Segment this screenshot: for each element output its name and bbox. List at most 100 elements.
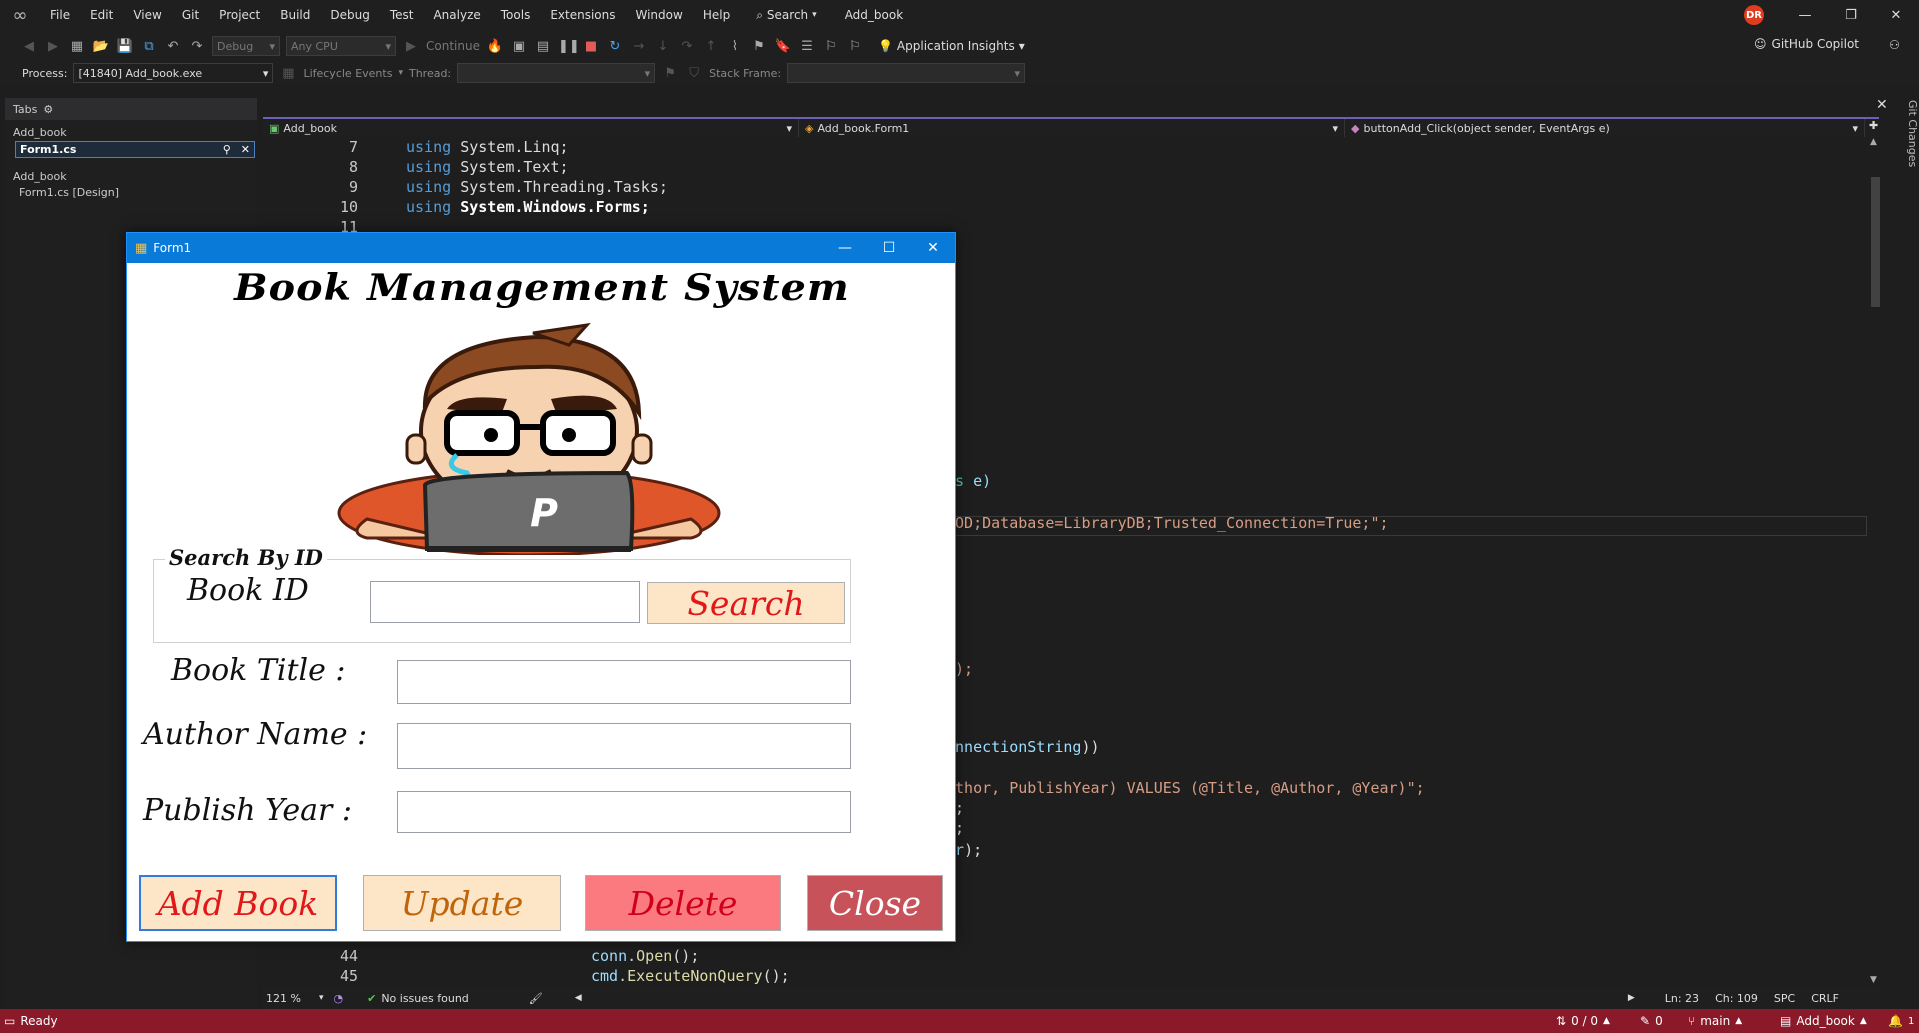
branch-status[interactable]: ⑂ main ▲ [1688, 1009, 1742, 1033]
form-maximize-icon[interactable]: ☐ [867, 233, 911, 263]
close-button[interactable]: Close [807, 875, 943, 931]
filter-icon[interactable]: ⛉ [685, 66, 703, 81]
add-book-button[interactable]: Add Book [139, 875, 337, 931]
undo-icon[interactable]: ↶ [164, 39, 182, 54]
whitespace-indicator[interactable]: SPC [1774, 992, 1795, 1005]
save-icon[interactable]: 💾 [116, 39, 134, 54]
menu-debug[interactable]: Debug [320, 0, 379, 30]
step-next-icon[interactable]: → [630, 39, 648, 54]
bookmark-prev-icon[interactable]: ⚐ [846, 39, 864, 54]
break-all-icon[interactable]: ❚❚ [558, 39, 580, 54]
menu-project[interactable]: Project [209, 0, 270, 30]
tab-form1-design[interactable]: Form1.cs [Design] [5, 183, 257, 199]
back-icon[interactable]: ◀ [20, 39, 38, 54]
zoom-level[interactable]: 121 % [266, 992, 301, 1005]
menu-tools[interactable]: Tools [491, 0, 541, 30]
pending-changes-status[interactable]: ✎ 0 [1640, 1009, 1663, 1033]
stack-frame-select[interactable]: ▾ [787, 63, 1026, 83]
layout-icon[interactable]: ▤ [534, 39, 552, 54]
thread-select[interactable]: ▾ [457, 63, 656, 83]
step-into-icon[interactable]: ↓ [654, 39, 672, 54]
menu-help[interactable]: Help [693, 0, 740, 30]
form-close-icon[interactable]: ✕ [911, 233, 955, 263]
repository-status[interactable]: ▤ Add_book ▲ [1780, 1009, 1867, 1033]
save-all-icon[interactable]: ⧉ [140, 39, 158, 54]
tab-form1-cs[interactable]: Form1.cs ⚲ ✕ [15, 141, 255, 158]
diagnostic-icon[interactable]: ⌇ [726, 39, 744, 54]
menu-window[interactable]: Window [626, 0, 693, 30]
menu-test[interactable]: Test [380, 0, 424, 30]
comment-icon[interactable]: ☰ [798, 39, 816, 54]
open-icon[interactable]: 📂 [92, 39, 110, 54]
git-changes-tab[interactable]: Git Changes [1895, 100, 1919, 200]
toolbox-icon[interactable]: ▣ [510, 39, 528, 54]
continue-icon[interactable]: ▶ [402, 39, 420, 54]
class-dropdown[interactable]: ◈ Add_book.Form1 ▾ [799, 119, 1345, 137]
search-button[interactable]: ⌕ Search ▾ [746, 8, 827, 23]
flag-icon[interactable]: ⚑ [661, 66, 679, 81]
member-dropdown[interactable]: ◆ buttonAdd_Click(object sender, EventArg… [1345, 119, 1865, 137]
new-item-icon[interactable]: ▦ [68, 39, 86, 54]
project-dropdown[interactable]: ▣ Add_book ▾ [263, 119, 799, 137]
issues-status[interactable]: No issues found [381, 992, 468, 1005]
menu-extensions[interactable]: Extensions [540, 0, 625, 30]
line-ending-indicator[interactable]: CRLF [1811, 992, 1839, 1005]
menu-edit[interactable]: Edit [80, 0, 123, 30]
menu-file[interactable]: File [40, 0, 80, 30]
lifecycle-events-button[interactable]: Lifecycle Events [303, 67, 392, 80]
menu-build[interactable]: Build [270, 0, 320, 30]
restart-icon[interactable]: ↻ [606, 39, 624, 54]
pin-icon[interactable]: ⚲ [223, 143, 231, 156]
restore-icon[interactable]: ❐ [1828, 0, 1874, 30]
bookmark-icon[interactable]: 🔖 [774, 39, 792, 54]
step-out-icon[interactable]: ↑ [702, 39, 720, 54]
close-tab-icon[interactable]: ✕ [241, 143, 250, 156]
menu-view[interactable]: View [123, 0, 171, 30]
gear-icon[interactable]: ⚙ [43, 103, 53, 116]
profile-icon[interactable]: ⚇ [1889, 38, 1900, 52]
menu-git[interactable]: Git [172, 0, 209, 30]
redo-icon[interactable]: ↷ [188, 39, 206, 54]
scroll-left-icon[interactable]: ◀ [575, 993, 582, 1003]
close-icon[interactable]: ✕ [1873, 0, 1919, 30]
publish-year-input[interactable] [397, 791, 851, 833]
copilot-status-icon[interactable]: ◔ [333, 992, 343, 1005]
column-indicator[interactable]: Ch: 109 [1715, 992, 1758, 1005]
book-id-input[interactable] [370, 581, 640, 623]
search-button[interactable]: Search [647, 582, 845, 624]
split-editor-icon[interactable]: ✚ [1865, 119, 1878, 137]
process-select[interactable]: [41840] Add_book.exe ▾ [73, 63, 274, 83]
update-button[interactable]: Update [363, 875, 561, 931]
github-copilot-button[interactable]: ☺ GitHub Copilot [1754, 37, 1859, 51]
menu-analyze[interactable]: Analyze [423, 0, 490, 30]
delete-button[interactable]: Delete [585, 875, 781, 931]
close-document-icon[interactable]: ✕ [1876, 97, 1888, 113]
forward-icon[interactable]: ▶ [44, 39, 62, 54]
line-indicator[interactable]: Ln: 23 [1665, 992, 1699, 1005]
form-minimize-icon[interactable]: — [823, 233, 867, 263]
vertical-scrollbar[interactable]: ▲ ▼ [1868, 137, 1882, 987]
continue-button[interactable]: Continue [426, 39, 480, 53]
notifications-status[interactable]: 🔔 1 [1888, 1009, 1914, 1033]
stop-icon[interactable]: ■ [582, 39, 600, 54]
author-name-input[interactable] [397, 723, 851, 769]
sync-status[interactable]: ⇅ 0 / 0 ▲ [1556, 1009, 1610, 1033]
book-title-input[interactable] [397, 660, 851, 704]
configuration-select[interactable]: Debug ▾ [212, 36, 280, 56]
avatar[interactable]: DR [1744, 5, 1764, 25]
scroll-right-icon[interactable]: ▶ [1628, 993, 1635, 1003]
bookmark-icon[interactable]: ⚐ [822, 39, 840, 54]
tab-group-label: Add_book [13, 126, 67, 139]
scroll-down-icon[interactable]: ▼ [1870, 975, 1877, 985]
hot-reload-icon[interactable]: 🔥 [486, 39, 504, 54]
code-cleanup-icon[interactable]: 🖌 [529, 992, 543, 1005]
step-over-icon[interactable]: ↷ [678, 39, 696, 54]
minimize-icon[interactable]: — [1782, 0, 1828, 30]
scrollbar-thumb[interactable] [1871, 177, 1880, 307]
form1-window: ▦ Form1 — ☐ ✕ Book Management System P S… [126, 232, 956, 942]
application-insights-button[interactable]: 💡 Application Insights ▾ [878, 39, 1025, 53]
scroll-up-icon[interactable]: ▲ [1870, 137, 1877, 147]
code-map-icon[interactable]: ⚑ [750, 39, 768, 54]
platform-select[interactable]: Any CPU ▾ [286, 36, 396, 56]
form1-title-bar[interactable]: ▦ Form1 — ☐ ✕ [127, 233, 955, 263]
